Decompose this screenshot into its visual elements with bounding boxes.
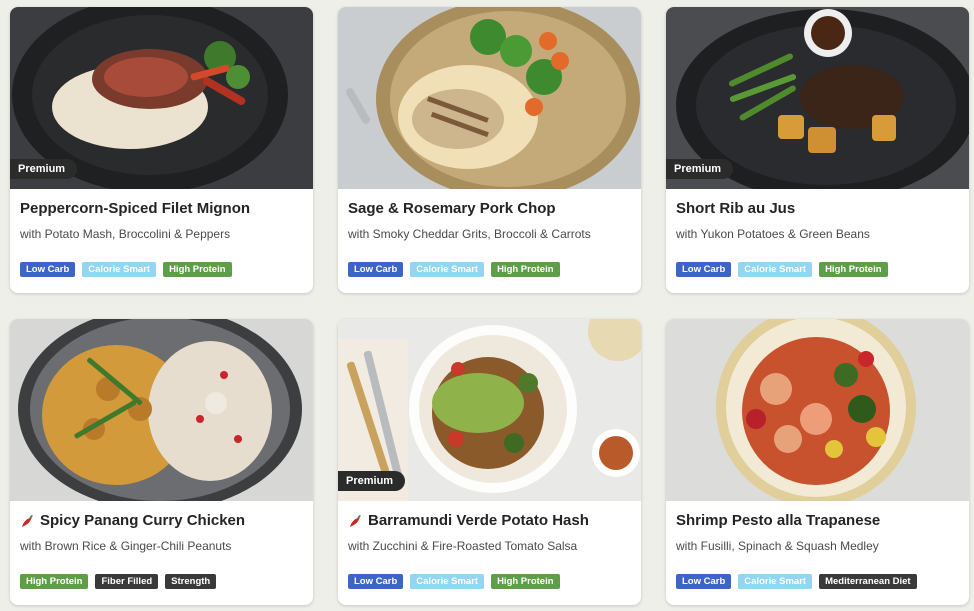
tag-low-carb: Low Carb xyxy=(676,574,732,589)
tag-high-protein: High Protein xyxy=(491,262,560,277)
meal-subtitle: with Fusilli, Spinach & Squash Medley xyxy=(676,539,879,553)
tag-low-carb: Low Carb xyxy=(348,574,404,589)
meal-title[interactable]: Shrimp Pesto alla Trapanese xyxy=(676,512,961,529)
premium-badge: Premium xyxy=(666,159,734,179)
tag-strength: Strength xyxy=(165,574,217,589)
meal-card[interactable]: Spicy Panang Curry Chicken with Brown Ri… xyxy=(10,319,313,605)
premium-badge: Premium xyxy=(338,471,406,491)
tag-list: Low Carb Calorie Smart High Protein xyxy=(20,262,232,277)
tag-mediterranean-diet: Mediterranean Diet xyxy=(819,574,917,589)
meal-card[interactable]: Shrimp Pesto alla Trapanese with Fusilli… xyxy=(666,319,969,605)
tag-calorie-smart: Calorie Smart xyxy=(410,574,485,589)
tag-list: High Protein Fiber Filled Strength xyxy=(20,574,217,589)
tag-list: Low Carb Calorie Smart High Protein xyxy=(348,262,560,277)
tag-low-carb: Low Carb xyxy=(348,262,404,277)
tag-calorie-smart: Calorie Smart xyxy=(738,262,813,277)
meal-title[interactable]: Barramundi Verde Potato Hash xyxy=(348,512,633,529)
meal-subtitle: with Brown Rice & Ginger-Chili Peanuts xyxy=(20,539,232,553)
tag-fiber-filled: Fiber Filled xyxy=(95,574,159,589)
tag-calorie-smart: Calorie Smart xyxy=(410,262,485,277)
meal-subtitle: with Zucchini & Fire-Roasted Tomato Sals… xyxy=(348,539,578,553)
meal-title[interactable]: Spicy Panang Curry Chicken xyxy=(20,512,305,529)
tag-list: Low Carb Calorie Smart High Protein xyxy=(348,574,560,589)
meal-title[interactable]: Short Rib au Jus xyxy=(676,200,961,217)
meal-card[interactable]: Premium Short Rib au Jus with Yukon Pota… xyxy=(666,7,969,293)
chili-pepper-icon xyxy=(22,514,33,527)
meal-card[interactable]: Premium Peppercorn-Spiced Filet Mignon w… xyxy=(10,7,313,293)
meal-subtitle: with Yukon Potatoes & Green Beans xyxy=(676,227,870,241)
meal-title[interactable]: Sage & Rosemary Pork Chop xyxy=(348,200,633,217)
meal-title[interactable]: Peppercorn-Spiced Filet Mignon xyxy=(20,200,305,217)
tag-calorie-smart: Calorie Smart xyxy=(738,574,813,589)
premium-badge: Premium xyxy=(10,159,78,179)
meal-card[interactable]: Premium Barramundi Verde Potato Hash wit… xyxy=(338,319,641,605)
tag-list: Low Carb Calorie Smart High Protein xyxy=(676,262,888,277)
tag-high-protein: High Protein xyxy=(819,262,888,277)
tag-calorie-smart: Calorie Smart xyxy=(82,262,157,277)
tag-high-protein: High Protein xyxy=(163,262,232,277)
tag-high-protein: High Protein xyxy=(20,574,89,589)
meal-subtitle: with Potato Mash, Broccolini & Peppers xyxy=(20,227,231,241)
tag-low-carb: Low Carb xyxy=(20,262,76,277)
meal-card[interactable]: Sage & Rosemary Pork Chop with Smoky Che… xyxy=(338,7,641,293)
meal-subtitle: with Smoky Cheddar Grits, Broccoli & Car… xyxy=(348,227,591,241)
tag-low-carb: Low Carb xyxy=(676,262,732,277)
tag-high-protein: High Protein xyxy=(491,574,560,589)
meal-photo[interactable] xyxy=(338,7,641,189)
meal-photo[interactable] xyxy=(666,319,969,501)
chili-pepper-icon xyxy=(350,514,361,527)
tag-list: Low Carb Calorie Smart Mediterranean Die… xyxy=(676,574,917,589)
meal-photo[interactable] xyxy=(10,319,313,501)
